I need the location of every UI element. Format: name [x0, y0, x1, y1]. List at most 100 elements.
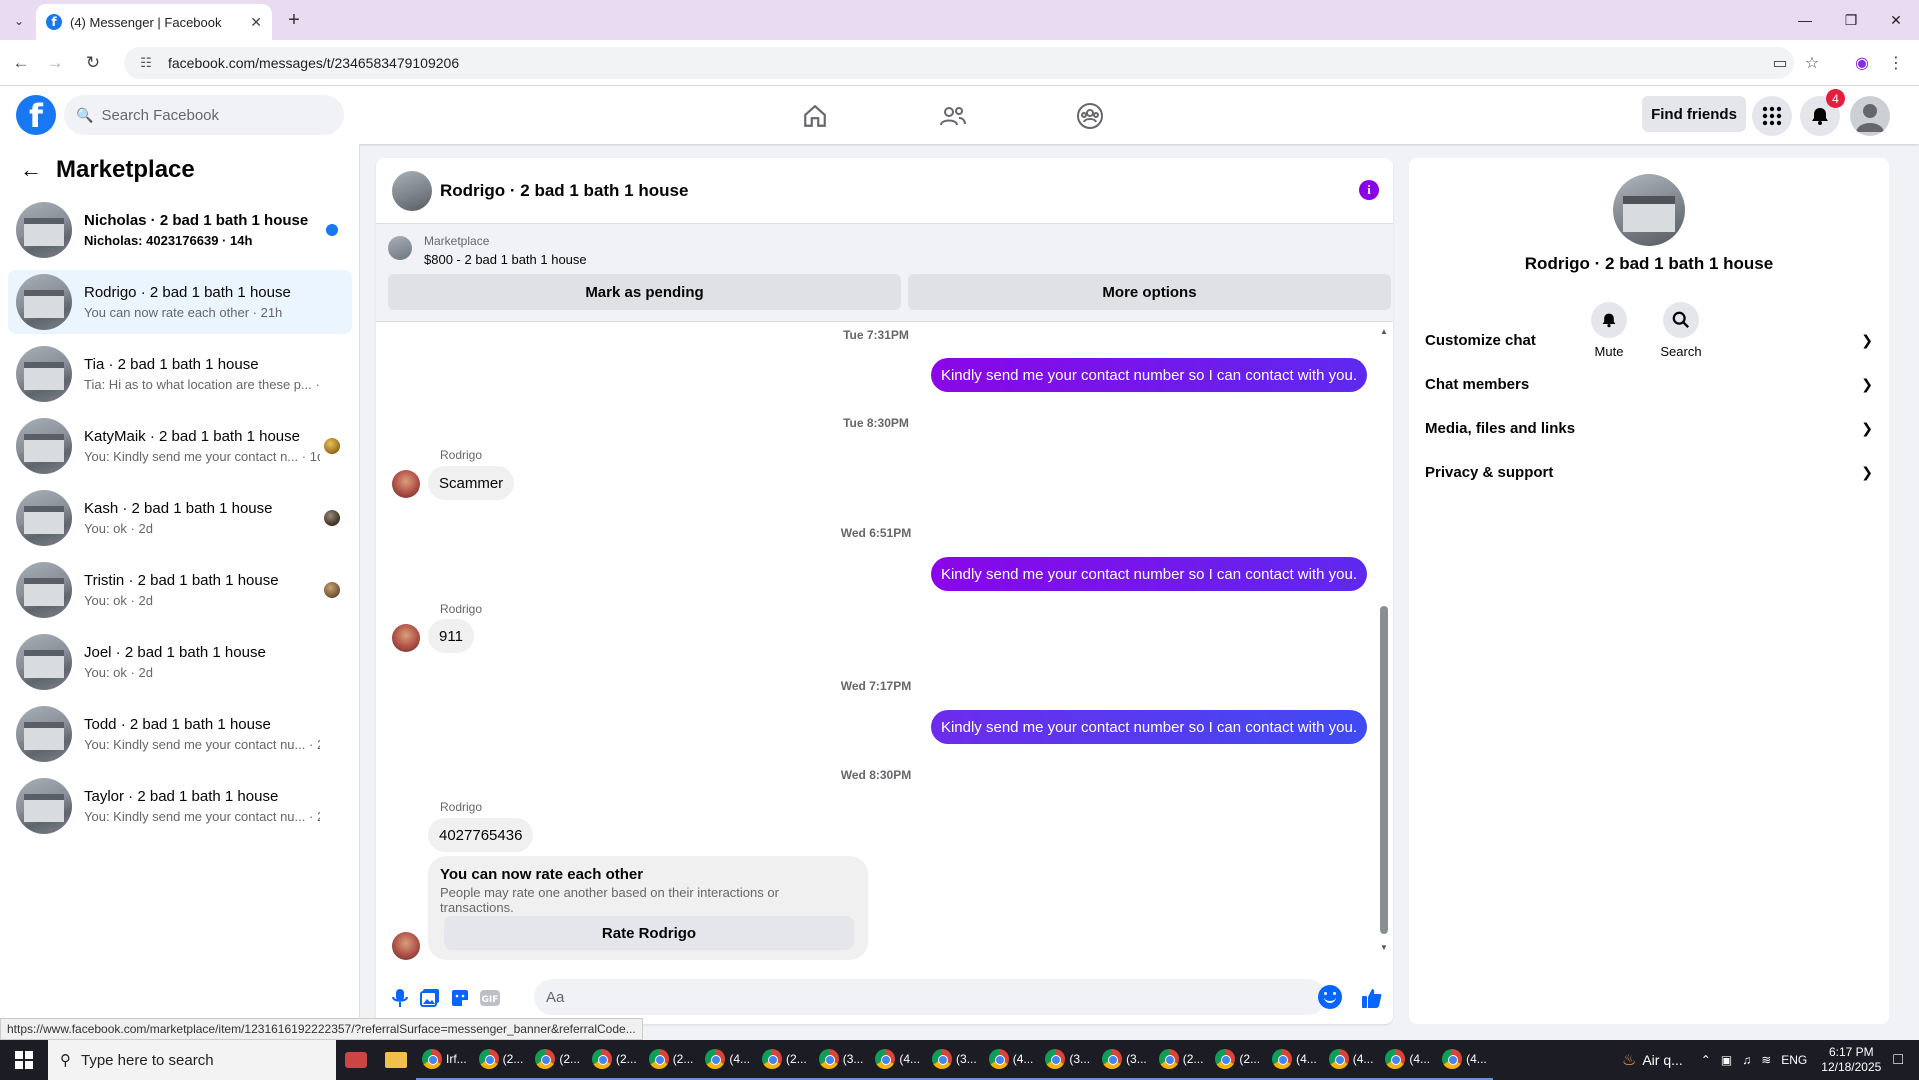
- customize-chat-row[interactable]: Customize chat ❯: [1425, 322, 1873, 358]
- show-hidden-icons-icon[interactable]: ⌃: [1701, 1053, 1711, 1067]
- notifications-center-icon[interactable]: □: [1893, 1051, 1903, 1069]
- volume-icon[interactable]: ♫: [1742, 1053, 1751, 1067]
- conversation-item[interactable]: KatyMaik · 2 bad 1 bath 1 house You: Kin…: [8, 414, 352, 478]
- forward-icon[interactable]: →: [42, 50, 68, 76]
- banner-listing-thumbnail[interactable]: [388, 236, 412, 260]
- back-arrow-icon[interactable]: ←: [20, 157, 42, 183]
- contact-avatar[interactable]: [392, 624, 420, 652]
- mark-as-pending-button[interactable]: Mark as pending: [388, 274, 901, 310]
- browser-tab[interactable]: f (4) Messenger | Facebook ✕: [36, 4, 272, 40]
- chat-title[interactable]: Rodrigo · 2 bad 1 bath 1 house: [440, 181, 688, 201]
- banner-listing-price[interactable]: $800 - 2 bad 1 bath 1 house: [424, 252, 587, 267]
- chat-members-row[interactable]: Chat members ❯: [1425, 366, 1873, 402]
- taskbar-app-button[interactable]: (3...: [1039, 1040, 1097, 1080]
- conversation-item[interactable]: Kash · 2 bad 1 bath 1 house You: ok · 2d: [8, 486, 352, 550]
- window-close-icon[interactable]: ✕: [1873, 6, 1919, 34]
- conversation-item[interactable]: Todd · 2 bad 1 bath 1 house You: Kindly …: [8, 702, 352, 766]
- incoming-message[interactable]: 4027765436: [428, 818, 534, 852]
- taskbar-app-button[interactable]: (2...: [472, 1040, 530, 1080]
- message-composer: GIF Aa: [376, 976, 1393, 1020]
- install-app-icon[interactable]: ▭: [1768, 51, 1792, 75]
- details-listing-thumbnail[interactable]: [1613, 174, 1685, 246]
- account-avatar[interactable]: [1850, 96, 1890, 136]
- incoming-message[interactable]: 911: [428, 619, 474, 653]
- weather-text[interactable]: Air q...: [1642, 1052, 1682, 1068]
- new-tab-plus-icon[interactable]: +: [282, 8, 306, 32]
- conversation-item[interactable]: Taylor · 2 bad 1 bath 1 house You: Kindl…: [8, 774, 352, 838]
- taskbar-app-button[interactable]: (4...: [699, 1040, 757, 1080]
- facebook-logo-icon[interactable]: f: [16, 95, 56, 135]
- conversation-item[interactable]: Tristin · 2 bad 1 bath 1 house You: ok ·…: [8, 558, 352, 622]
- taskbar-pinned-app-icon[interactable]: [336, 1040, 376, 1080]
- windows-start-icon[interactable]: [0, 1040, 48, 1080]
- conversation-item[interactable]: Joel · 2 bad 1 bath 1 house You: ok · 2d: [8, 630, 352, 694]
- privacy-support-row[interactable]: Privacy & support ❯: [1425, 454, 1873, 490]
- groups-nav-icon[interactable]: [1035, 94, 1145, 138]
- scroll-up-arrow-icon[interactable]: ▲: [1379, 326, 1389, 336]
- chat-listing-thumbnail[interactable]: [392, 170, 432, 211]
- file-explorer-icon[interactable]: [376, 1040, 416, 1080]
- tab-search-chevron-icon[interactable]: ⌄: [8, 10, 30, 32]
- taskbar-app-button[interactable]: (3...: [926, 1040, 983, 1080]
- home-nav-icon[interactable]: [760, 94, 870, 138]
- taskbar-app-button[interactable]: (2...: [586, 1040, 643, 1080]
- site-info-icon[interactable]: ☷: [138, 55, 154, 71]
- taskbar-app-button[interactable]: (2...: [1152, 1040, 1210, 1080]
- microphone-icon[interactable]: [388, 986, 412, 1010]
- wifi-icon[interactable]: ≋: [1761, 1053, 1771, 1067]
- message-scrollbar[interactable]: ▲ ▼: [1379, 326, 1389, 956]
- taskbar-app-button[interactable]: (2...: [1209, 1040, 1267, 1080]
- media-files-links-row[interactable]: Media, files and links ❯: [1425, 410, 1873, 446]
- rate-contact-button[interactable]: Rate Rodrigo: [444, 916, 854, 950]
- contact-avatar[interactable]: [392, 932, 420, 960]
- scroll-down-arrow-icon[interactable]: ▼: [1379, 942, 1389, 952]
- incoming-message[interactable]: Scammer: [428, 466, 515, 500]
- gif-icon[interactable]: GIF: [478, 986, 502, 1010]
- message-input[interactable]: Aa: [534, 979, 1326, 1015]
- taskbar-app-button[interactable]: (3...: [812, 1040, 870, 1080]
- taskbar-app-button[interactable]: (4...: [982, 1040, 1040, 1080]
- taskbar-app-button[interactable]: (4...: [1436, 1040, 1493, 1080]
- menu-grid-icon[interactable]: [1752, 96, 1792, 136]
- taskbar-app-button[interactable]: (4...: [1322, 1040, 1380, 1080]
- taskbar-app-button[interactable]: (2...: [756, 1040, 813, 1080]
- taskbar-app-button[interactable]: (4...: [1266, 1040, 1323, 1080]
- contact-avatar[interactable]: [392, 470, 420, 498]
- language-indicator[interactable]: ENG: [1781, 1053, 1807, 1067]
- outgoing-message[interactable]: Kindly send me your contact number so I …: [930, 557, 1367, 591]
- sticker-icon[interactable]: [448, 986, 472, 1010]
- conversation-info-icon[interactable]: i: [1359, 180, 1379, 200]
- more-options-button[interactable]: More options: [908, 274, 1391, 310]
- conversation-item[interactable]: Nicholas · 2 bad 1 bath 1 house Nicholas…: [8, 198, 352, 262]
- photo-attach-icon[interactable]: [418, 986, 442, 1010]
- taskbar-app-button[interactable]: (3...: [1096, 1040, 1153, 1080]
- taskbar-app-button[interactable]: Irf...: [416, 1040, 473, 1080]
- thumbs-up-icon[interactable]: [1360, 986, 1384, 1010]
- taskbar-app-label: Irf...: [446, 1052, 467, 1066]
- taskbar-search-box[interactable]: ⚲ Type here to search: [48, 1040, 336, 1080]
- conversation-item-active[interactable]: Rodrigo · 2 bad 1 bath 1 house You can n…: [8, 270, 352, 334]
- network-icon[interactable]: ▣: [1721, 1053, 1732, 1067]
- taskbar-clock[interactable]: 6:17 PM 12/18/2025: [1821, 1045, 1881, 1075]
- back-icon[interactable]: ←: [8, 50, 34, 76]
- facebook-search-input[interactable]: 🔍 Search Facebook: [64, 95, 344, 135]
- scrollbar-thumb[interactable]: [1380, 606, 1388, 934]
- find-friends-button[interactable]: Find friends: [1642, 96, 1746, 132]
- outgoing-message[interactable]: Kindly send me your contact number so I …: [930, 358, 1367, 392]
- restore-icon[interactable]: ❐: [1828, 6, 1874, 34]
- emoji-icon[interactable]: [1318, 985, 1342, 1009]
- bookmark-star-icon[interactable]: ☆: [1800, 51, 1824, 75]
- browser-menu-icon[interactable]: ⋮: [1884, 51, 1908, 75]
- taskbar-app-button[interactable]: (2...: [529, 1040, 587, 1080]
- taskbar-app-button[interactable]: (2...: [642, 1040, 700, 1080]
- tab-close-icon[interactable]: ✕: [250, 14, 262, 31]
- profile-icon[interactable]: ◉: [1850, 51, 1874, 75]
- taskbar-app-button[interactable]: (4...: [1379, 1040, 1437, 1080]
- minimize-icon[interactable]: —: [1782, 6, 1828, 34]
- conversation-item[interactable]: Tia · 2 bad 1 bath 1 house Tia: Hi as to…: [8, 342, 352, 406]
- reload-icon[interactable]: ↻: [80, 50, 106, 76]
- friends-nav-icon[interactable]: [898, 94, 1008, 138]
- address-bar[interactable]: ☷ facebook.com/messages/t/23465834791092…: [124, 47, 1794, 79]
- outgoing-message[interactable]: Kindly send me your contact number so I …: [930, 710, 1367, 744]
- taskbar-app-button[interactable]: (4...: [869, 1040, 927, 1080]
